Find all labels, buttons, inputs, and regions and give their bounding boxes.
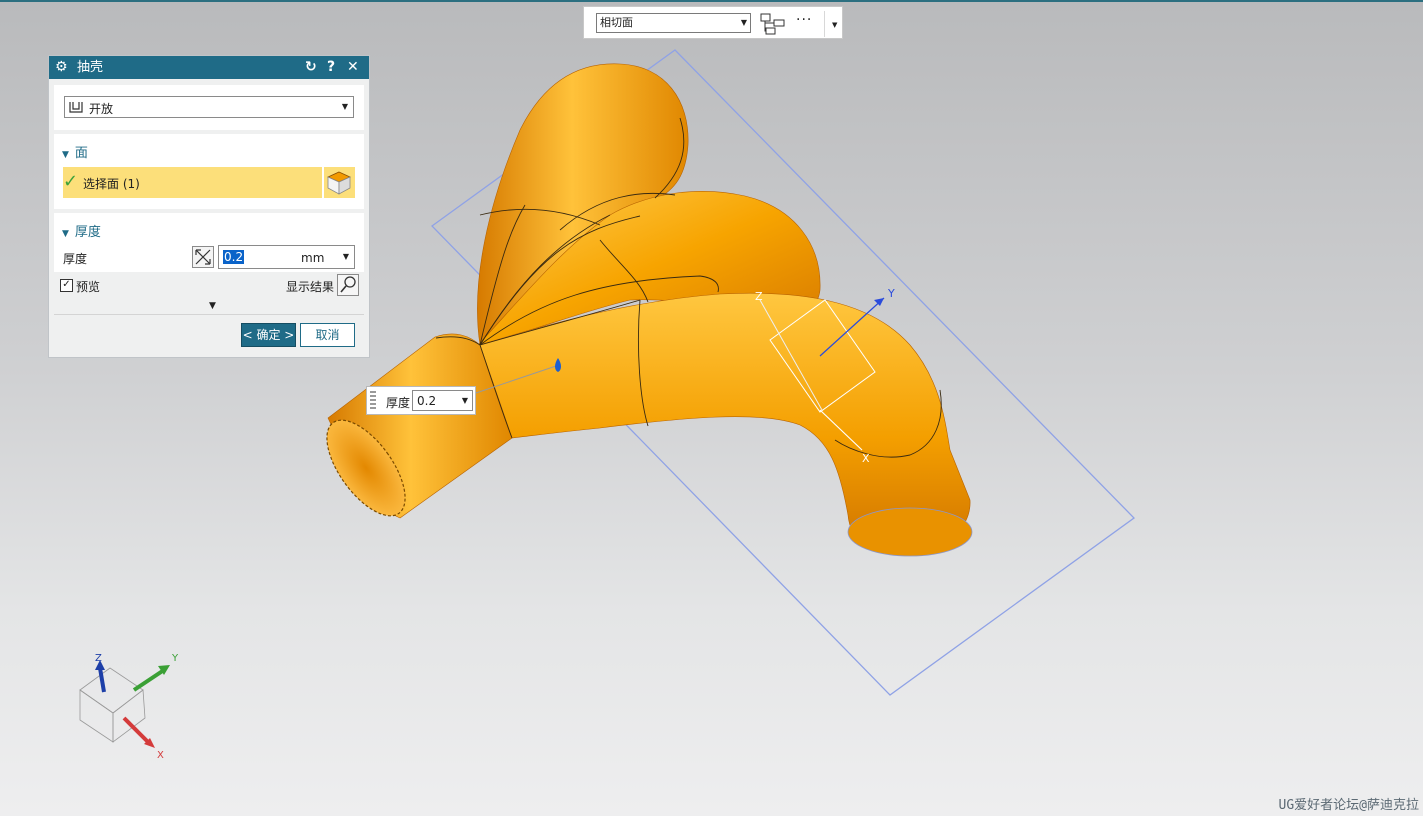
type-section: 开放 ▼	[54, 85, 364, 130]
view-triad: Z Y X	[79, 653, 179, 761]
collapse-icon: ▼	[62, 150, 69, 160]
shell-type-dropdown[interactable]: 开放 ▼	[64, 96, 354, 118]
chevron-down-icon[interactable]: ▼	[343, 252, 349, 261]
onscreen-thickness-input: 厚度 0.2 ▼	[366, 386, 476, 415]
thickness-reverse-icon	[195, 249, 211, 265]
face-section-title: 面	[74, 146, 88, 161]
magnifier-icon	[340, 276, 356, 293]
selection-filter-value: 相切面	[600, 16, 633, 29]
outlet-end-cap	[847, 507, 973, 557]
toolbar-dropdown-icon[interactable]: ▼	[832, 21, 837, 29]
tree-icon[interactable]	[760, 13, 786, 35]
onscreen-thickness-field[interactable]: 0.2 ▼	[412, 390, 473, 411]
more-settings-arrow-icon[interactable]: ▼	[209, 301, 216, 311]
show-result-button[interactable]	[337, 274, 359, 296]
cancel-button[interactable]: 取消	[300, 323, 355, 347]
thickness-input[interactable]: 0.2 mm ▼	[218, 245, 355, 269]
onscreen-thickness-label: 厚度	[386, 396, 411, 410]
dialog-title: 抽壳	[77, 60, 104, 75]
thickness-value[interactable]: 0.2	[223, 250, 245, 264]
thickness-unit: mm	[301, 251, 325, 265]
selection-filter-dropdown[interactable]: 相切面 ▼	[596, 13, 751, 33]
gear-icon[interactable]: ⚙	[55, 56, 68, 79]
check-icon: ✓	[63, 171, 79, 192]
watermark: UG爱好者论坛@萨迪克拉	[1278, 798, 1419, 813]
cube-icon	[327, 171, 351, 195]
close-icon[interactable]: ✕	[347, 56, 359, 79]
thickness-label: 厚度	[63, 252, 88, 266]
thickness-section-header[interactable]: ▼ 厚度	[62, 221, 101, 240]
dialog-title-bar[interactable]: ⚙ 抽壳 ↻ ? ✕	[49, 56, 369, 79]
csys-y-label: Y	[887, 287, 895, 300]
selection-toolbar: 相切面 ▼ ··· ▼	[583, 6, 843, 39]
onscreen-thickness-value: 0.2	[417, 394, 437, 408]
drag-grip-icon[interactable]	[370, 391, 376, 411]
toolbar-separator	[824, 11, 825, 37]
select-face-button[interactable]	[324, 167, 355, 198]
collapse-icon: ▼	[62, 229, 69, 239]
preview-checkbox[interactable]: ✓	[60, 279, 73, 292]
dialog-divider	[54, 314, 364, 315]
triad-x-label: X	[157, 750, 164, 761]
ok-button[interactable]: < 确定 >	[241, 323, 296, 347]
thickness-reverse-button[interactable]	[192, 246, 214, 268]
preview-label: 预览	[76, 280, 101, 294]
select-face-label: 选择面 (1)	[83, 177, 140, 191]
select-face-row[interactable]: ✓ 选择面 (1)	[63, 167, 322, 198]
csys-x-label: X	[862, 452, 870, 465]
chevron-down-icon[interactable]: ▼	[462, 396, 468, 405]
show-result-label: 显示结果	[286, 280, 335, 294]
triad-z-label: Z	[95, 653, 102, 664]
face-section: ▼ 面 ✓ 选择面 (1)	[54, 134, 364, 209]
more-options-button[interactable]: ···	[796, 12, 812, 28]
chevron-down-icon: ▼	[740, 18, 747, 27]
thickness-section: ▼ 厚度 厚度 0.2 mm ▼	[54, 213, 364, 272]
open-shell-icon	[69, 102, 83, 113]
chevron-down-icon: ▼	[341, 102, 348, 111]
thickness-section-title: 厚度	[74, 225, 101, 240]
preview-row: ✓ 预览 显示结果 ▼	[54, 270, 364, 311]
reset-icon[interactable]: ↻	[305, 56, 317, 79]
shell-dialog: ⚙ 抽壳 ↻ ? ✕ 开放 ▼ ▼ 面 ✓ 选择面 (1) ▼ 厚度 厚度 0.…	[48, 55, 370, 358]
face-section-header[interactable]: ▼ 面	[62, 142, 88, 161]
csys-z-label: Z	[755, 290, 763, 303]
shell-type-value: 开放	[89, 102, 114, 116]
triad-y-label: Y	[171, 653, 179, 664]
help-icon[interactable]: ?	[327, 56, 335, 79]
